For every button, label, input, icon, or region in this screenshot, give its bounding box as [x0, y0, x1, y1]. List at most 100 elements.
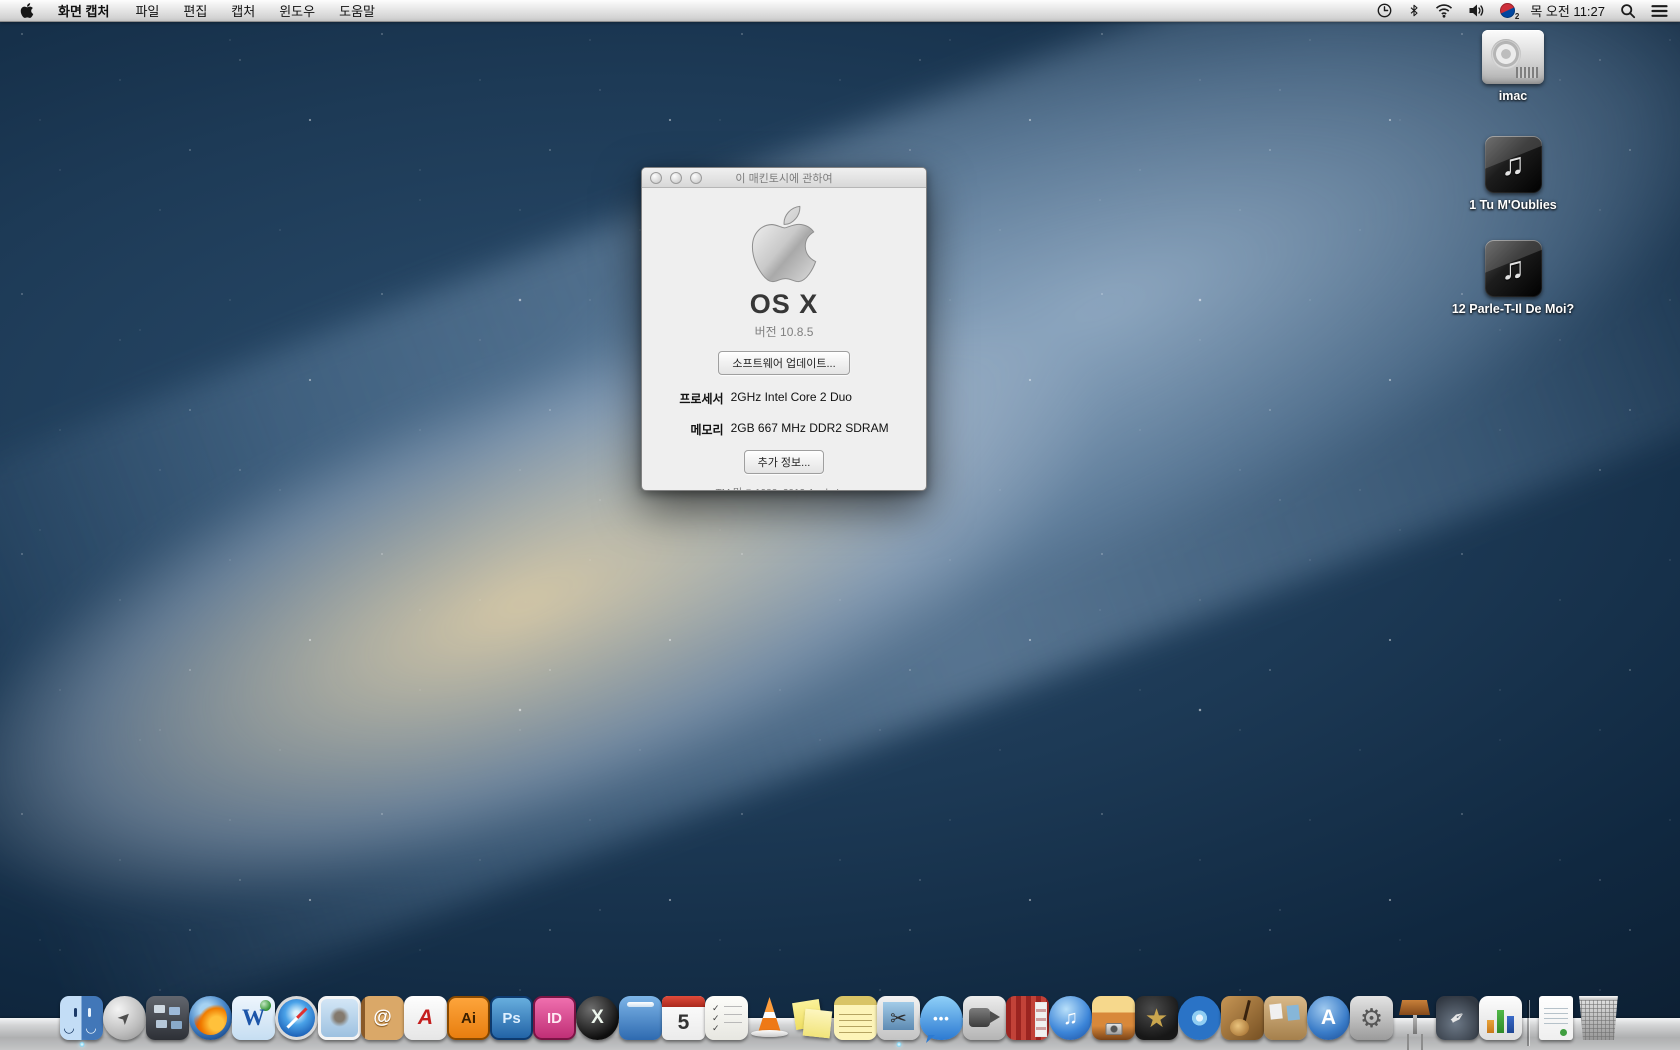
dock-launchpad[interactable]: ➤ [103, 988, 146, 1050]
trash-icon [1577, 996, 1620, 1040]
dock-word-web[interactable]: W [232, 988, 275, 1050]
system-specs: 프로세서 2GHz Intel Core 2 Duo 메모리 2GB 667 M… [679, 390, 888, 438]
keynote-icon [1393, 996, 1436, 1040]
indesign-icon: ID [533, 996, 576, 1040]
adobe-reader-icon: A [404, 996, 447, 1040]
dock-photo-booth[interactable] [1006, 988, 1049, 1050]
copyright-line1: TM 및 © 1983–2013 Apple Inc. [716, 487, 853, 491]
about-this-mac-window: 이 매킨토시에 관하여 OS X 버전 10.8.5 소프트웨어 업데이트...… [641, 167, 927, 491]
copyright: TM 및 © 1983–2013 Apple Inc. 모든 권리 보유. 사용… [716, 487, 853, 491]
dock-items: ◡➤W@AAiPsIDX5✓ ✓ ✓✂•••♫★A⚙✒ [0, 988, 1680, 1050]
dock-mission-control[interactable] [146, 988, 189, 1050]
apple-logo-icon [20, 2, 34, 19]
music-icon: ♫ [1485, 136, 1542, 193]
menu-bar-status: 2 목 오전 11:27 [1376, 1, 1668, 20]
dock-illustrator[interactable]: Ai [447, 988, 490, 1050]
spotlight-icon[interactable] [1620, 3, 1636, 19]
desktop-icon-label: 12 Parle-T-Il De Moi? [1451, 302, 1575, 317]
dock-quarkxpress[interactable]: X [576, 988, 619, 1050]
dock-itunes[interactable]: ♫ [1049, 988, 1092, 1050]
desktop-icon-music-1[interactable]: ♫ 1 Tu M'Oublies [1451, 136, 1575, 213]
dock-mail[interactable] [318, 988, 361, 1050]
facetime-icon [963, 996, 1006, 1040]
dock-app-store[interactable]: A [1307, 988, 1350, 1050]
dock-safari[interactable] [275, 988, 318, 1050]
menu-bar-clock[interactable]: 목 오전 11:27 [1530, 1, 1605, 20]
mission-control-icon [146, 996, 189, 1040]
menu-윈도우[interactable]: 윈도우 [269, 1, 325, 20]
menu-파일[interactable]: 파일 [125, 1, 169, 20]
dock-numbers[interactable] [1479, 988, 1522, 1050]
apple-logo [749, 201, 819, 287]
memory-value: 2GB 667 MHz DDR2 SDRAM [731, 421, 889, 438]
iphoto-icon [1092, 996, 1135, 1040]
dock-adobe-reader[interactable]: A [404, 988, 447, 1050]
desktop-icon-imac[interactable]: imac [1451, 30, 1575, 104]
harddrive-icon [1482, 30, 1544, 84]
os-name: OS X [750, 289, 819, 320]
wifi-icon[interactable] [1435, 3, 1453, 18]
bluetooth-icon[interactable] [1408, 2, 1420, 19]
dock-grab[interactable]: ✂ [877, 988, 920, 1050]
dock-imovie[interactable]: ★ [1135, 988, 1178, 1050]
grab-icon: ✂ [877, 996, 920, 1040]
desktop-icon-label: imac [1451, 89, 1575, 104]
calendar-icon: 5 [662, 996, 705, 1040]
system-preferences-icon: ⚙ [1350, 996, 1393, 1040]
launchpad-icon: ➤ [103, 996, 146, 1040]
dock-messages[interactable]: ••• [920, 988, 963, 1050]
window-title: 이 매킨토시에 관하여 [642, 170, 926, 186]
toast-icon [619, 996, 662, 1040]
dock-keynote[interactable] [1393, 988, 1436, 1050]
menu-도움말[interactable]: 도움말 [329, 1, 385, 20]
desktop-icon-label: 1 Tu M'Oublies [1451, 198, 1575, 213]
photo-booth-icon [1006, 996, 1049, 1040]
music-note-icon: ♫ [1501, 250, 1525, 287]
dock-facetime[interactable] [963, 988, 1006, 1050]
active-app-menu[interactable]: 화면 캡처 [48, 1, 119, 20]
running-indicator [79, 1042, 84, 1047]
apple-menu[interactable] [12, 2, 42, 19]
reminders-icon: ✓ ✓ ✓ [705, 996, 748, 1040]
messages-icon: ••• [920, 996, 963, 1040]
menu-bar-left: 화면 캡처 파일편집캡처윈도우도움말 [12, 1, 389, 20]
window-titlebar[interactable]: 이 매킨토시에 관하여 [642, 168, 926, 188]
more-info-button[interactable]: 추가 정보... [744, 450, 825, 474]
dock-photoshop[interactable]: Ps [490, 988, 533, 1050]
dock-calendar[interactable]: 5 [662, 988, 705, 1050]
dock-garageband[interactable] [1221, 988, 1264, 1050]
dock-toast[interactable] [619, 988, 662, 1050]
running-indicator [896, 1042, 901, 1047]
dock-contacts[interactable]: @ [361, 988, 404, 1050]
dock-stickies[interactable] [791, 988, 834, 1050]
volume-icon[interactable] [1468, 3, 1485, 18]
dock-notes[interactable] [834, 988, 877, 1050]
dock-iphoto[interactable] [1092, 988, 1135, 1050]
menu-캡처[interactable]: 캡처 [221, 1, 265, 20]
imovie-icon: ★ [1135, 996, 1178, 1040]
dock-idvd[interactable] [1178, 988, 1221, 1050]
menu-편집[interactable]: 편집 [173, 1, 217, 20]
dock: ◡➤W@AAiPsIDX5✓ ✓ ✓✂•••♫★A⚙✒ [0, 978, 1680, 1050]
dock-reminders[interactable]: ✓ ✓ ✓ [705, 988, 748, 1050]
dock-system-preferences[interactable]: ⚙ [1350, 988, 1393, 1050]
iweb-icon [1264, 996, 1307, 1040]
desktop-icon-music-2[interactable]: ♫ 12 Parle-T-Il De Moi? [1451, 240, 1575, 317]
music-icon: ♫ [1485, 240, 1542, 297]
idvd-icon [1178, 996, 1221, 1040]
dock-trash[interactable] [1577, 988, 1620, 1050]
dock-finder[interactable]: ◡ [60, 988, 103, 1050]
dock-indesign[interactable]: ID [533, 988, 576, 1050]
notification-center-icon[interactable] [1651, 4, 1668, 18]
korean-input-icon[interactable]: 2 [1500, 3, 1515, 18]
quarkxpress-icon: X [576, 996, 619, 1040]
dock-vlc[interactable] [748, 988, 791, 1050]
software-update-button[interactable]: 소프트웨어 업데이트... [718, 351, 849, 375]
dock-pages[interactable]: ✒ [1436, 988, 1479, 1050]
music-note-icon: ♫ [1501, 146, 1525, 183]
vlc-icon [748, 996, 791, 1040]
dock-iweb[interactable] [1264, 988, 1307, 1050]
dock-document[interactable] [1534, 988, 1577, 1050]
time-machine-icon[interactable] [1376, 2, 1393, 19]
dock-firefox[interactable] [189, 988, 232, 1050]
